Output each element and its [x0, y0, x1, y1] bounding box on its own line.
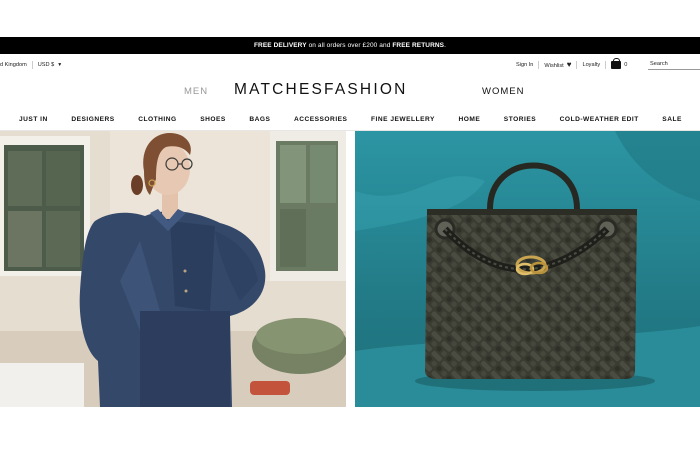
wishlist-link[interactable]: Wishlist ♥: [544, 59, 572, 69]
account-links: Sign In Wishlist ♥ Loyalty 0: [516, 58, 628, 69]
nav-fine-jewellery[interactable]: FINE JEWELLERY: [371, 116, 435, 130]
denim-model-photo: [0, 131, 346, 407]
nav-designers[interactable]: DESIGNERS: [71, 116, 114, 130]
divider: [31, 61, 33, 69]
locale-selector: d Kingdom USD $ ▼: [0, 61, 62, 69]
currency-label: USD $: [37, 62, 55, 68]
site-logo[interactable]: MATCHESFASHION: [234, 81, 407, 99]
divider: [576, 61, 578, 69]
divider: [605, 61, 607, 69]
hero-image-woven-bag[interactable]: [355, 131, 700, 407]
shopping-bag-link[interactable]: 0: [611, 58, 628, 69]
nav-shoes[interactable]: SHOES: [200, 116, 226, 130]
wishlist-label: Wishlist: [544, 62, 564, 69]
bag-count: 0: [624, 62, 628, 68]
nav-stories[interactable]: STORIES: [504, 116, 536, 130]
dept-men-link[interactable]: MEN: [184, 86, 208, 97]
nav-sale[interactable]: SALE: [662, 116, 682, 130]
hero-image-denim-look[interactable]: [0, 131, 346, 407]
promo-free-delivery: FREE DELIVERY: [253, 42, 307, 49]
loyalty-link[interactable]: Loyalty: [582, 62, 600, 68]
utility-bar: d Kingdom USD $ ▼ Sign In Wishlist ♥ Loyal…: [0, 58, 700, 72]
promo-free-returns: FREE RETURNS: [392, 42, 445, 49]
currency-selector[interactable]: USD $ ▼: [38, 62, 62, 68]
nav-bags[interactable]: BAGS: [249, 116, 270, 130]
promo-bar[interactable]: FREE DELIVERY on all orders over £200 an…: [0, 37, 700, 54]
heart-icon: ♥: [566, 59, 572, 69]
woven-bag-photo: [355, 131, 700, 407]
nav-just-in[interactable]: JUST IN: [19, 116, 48, 130]
main-nav: JUST IN DESIGNERS CLOTHING SHOES BAGS AC…: [0, 116, 700, 130]
nav-cold-weather-edit[interactable]: COLD-WEATHER EDIT: [560, 116, 639, 130]
nav-clothing[interactable]: CLOTHING: [138, 116, 176, 130]
nav-home[interactable]: HOME: [458, 116, 480, 130]
promo-text: on all orders over £200 and: [306, 42, 393, 49]
search-input[interactable]: [648, 59, 700, 70]
dept-women-link[interactable]: WOMEN: [482, 86, 524, 97]
nav-accessories[interactable]: ACCESSORIES: [294, 116, 348, 130]
divider: [538, 61, 540, 69]
promo-end: .: [444, 42, 447, 49]
brand-header: MEN MATCHESFASHION WOMEN: [0, 80, 700, 102]
sign-in-link[interactable]: Sign In: [516, 62, 533, 68]
country-selector[interactable]: d Kingdom: [0, 62, 27, 68]
shopping-bag-icon: [611, 58, 622, 69]
caret-down-icon: ▼: [57, 62, 63, 68]
